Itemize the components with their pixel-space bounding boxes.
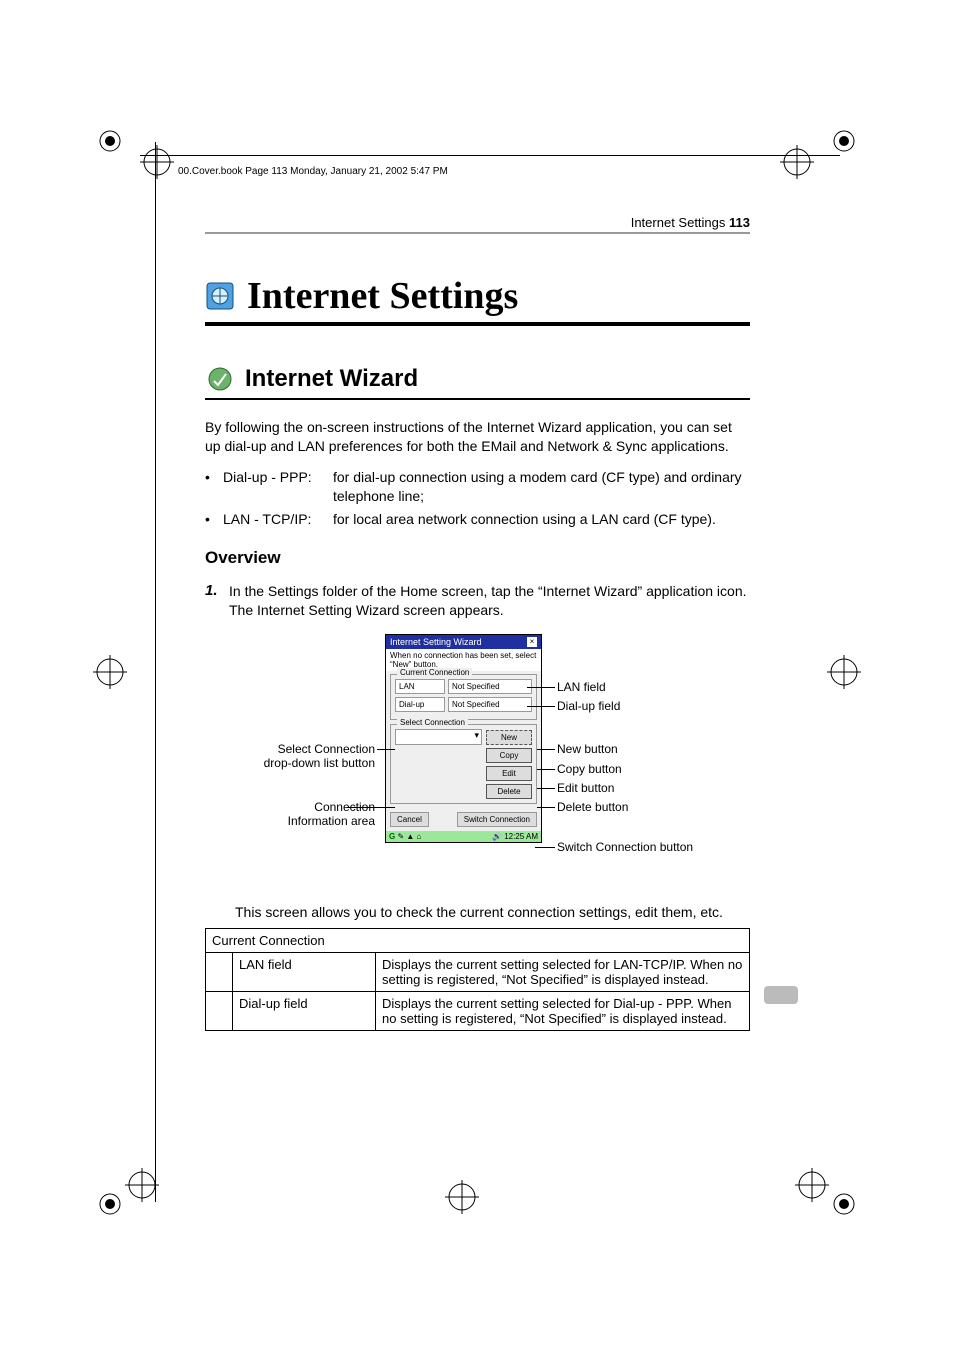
switch-connection-button[interactable]: Switch Connection [457,812,537,827]
group-legend: Current Connection [397,668,472,677]
current-connection-group: Current Connection LAN Not Specified Dia… [390,674,537,720]
crop-mark-icon [125,1168,159,1207]
crop-line [140,155,840,156]
leader-line [377,749,395,750]
step-number: 1. [205,582,229,620]
dialup-field: Not Specified [448,697,532,712]
rule [205,398,750,400]
overview-heading: Overview [205,548,750,568]
callout-delete-button: Delete button [557,800,628,814]
callout-select-dropdown: Select Connection drop-down list button [255,742,375,770]
crop-mark-icon [830,1190,858,1223]
wizard-icon [205,364,235,394]
crop-mark-icon [96,127,124,160]
table-row: Dial-up field Displays the current setti… [206,992,750,1031]
bullet-item: • Dial-up - PPP: for dial-up connection … [205,468,750,506]
edit-button[interactable]: Edit [486,766,532,781]
copy-button[interactable]: Copy [486,748,532,763]
running-head: Internet Settings 113 [205,215,750,230]
callout-dialup-field: Dial-up field [557,699,620,713]
crop-mark-icon [93,655,127,694]
crop-mark-icon [140,145,174,184]
callout-info-area: Connection Information area [255,800,375,828]
table-desc: Displays the current setting selected fo… [376,953,750,992]
table-indent [206,953,233,992]
leader-line [347,807,395,808]
internet-settings-icon [205,281,235,311]
section-title: Internet Wizard [205,364,750,394]
lan-field: Not Specified [448,679,532,694]
callout-lan-field: LAN field [557,680,606,694]
crop-mark-icon [445,1180,479,1219]
running-section: Internet Settings [631,215,726,230]
table-label: LAN field [233,953,376,992]
leader-line [527,687,555,688]
bullet-desc: for local area network connection using … [333,510,750,529]
leader-line [537,749,555,750]
crop-mark-icon [830,127,858,160]
table-label: Dial-up field [233,992,376,1031]
taskbar-time: 🔊 12:25 AM [492,832,538,841]
leader-line [527,706,555,707]
lan-label: LAN [395,679,445,694]
side-thumb-tab [764,986,798,1004]
bullet-label: Dial-up - PPP: [223,468,333,506]
chapter-title-text: Internet Settings [247,274,518,318]
after-figure-text: This screen allows you to check the curr… [235,904,750,920]
step-text: The Internet Setting Wizard screen appea… [229,601,750,620]
section-title-text: Internet Wizard [245,365,418,393]
close-icon[interactable]: × [527,637,537,647]
bullet-icon: • [205,510,223,529]
screenshot-figure: Internet Setting Wizard × When no connec… [255,634,750,884]
header-note: 00.Cover.book Page 113 Monday, January 2… [178,166,448,177]
callout-copy-button: Copy button [557,762,622,776]
step-1: 1. In the Settings folder of the Home sc… [205,582,750,620]
crop-mark-icon [96,1190,124,1223]
chapter-title: Internet Settings [205,274,750,318]
crop-mark-icon [780,145,814,184]
window-title: Internet Setting Wizard [390,637,482,647]
bullet-item: • LAN - TCP/IP: for local area network c… [205,510,750,529]
leader-line [537,807,555,808]
bottom-button-bar: Cancel Switch Connection [386,808,541,831]
leader-line [535,847,555,848]
select-connection-dropdown[interactable] [395,729,482,745]
delete-button[interactable]: Delete [486,784,532,799]
table-header: Current Connection [206,929,750,953]
table-row: LAN field Displays the current setting s… [206,953,750,992]
description-table: Current Connection LAN field Displays th… [205,928,750,1031]
bullet-label: LAN - TCP/IP: [223,510,333,529]
callout-edit-button: Edit button [557,781,614,795]
crop-mark-icon [795,1168,829,1207]
taskbar-icons: G ✎ ▲ ⌂ [389,832,421,841]
new-button[interactable]: New [486,730,532,745]
callout-new-button: New button [557,742,618,756]
crop-mark-icon [827,655,861,694]
leader-line [537,769,555,770]
cancel-button[interactable]: Cancel [390,812,429,827]
step-text: In the Settings folder of the Home scree… [229,582,750,601]
window-titlebar: Internet Setting Wizard × [386,635,541,649]
intro-paragraph: By following the on-screen instructions … [205,418,750,456]
rule [205,232,750,234]
table-indent [206,992,233,1031]
crop-line [155,142,156,1202]
group-legend: Select Connection [397,718,468,727]
table-desc: Displays the current setting selected fo… [376,992,750,1031]
bullet-desc: for dial-up connection using a modem car… [333,468,750,506]
callout-switch-button: Switch Connection button [557,840,693,854]
page-number: 113 [729,215,750,230]
taskbar: G ✎ ▲ ⌂ 🔊 12:25 AM [386,831,541,842]
select-connection-group: Select Connection New Copy Edit Delete [390,724,537,804]
device-screenshot: Internet Setting Wizard × When no connec… [385,634,542,843]
leader-line [537,788,555,789]
bullet-icon: • [205,468,223,506]
dialup-label: Dial-up [395,697,445,712]
rule [205,322,750,326]
